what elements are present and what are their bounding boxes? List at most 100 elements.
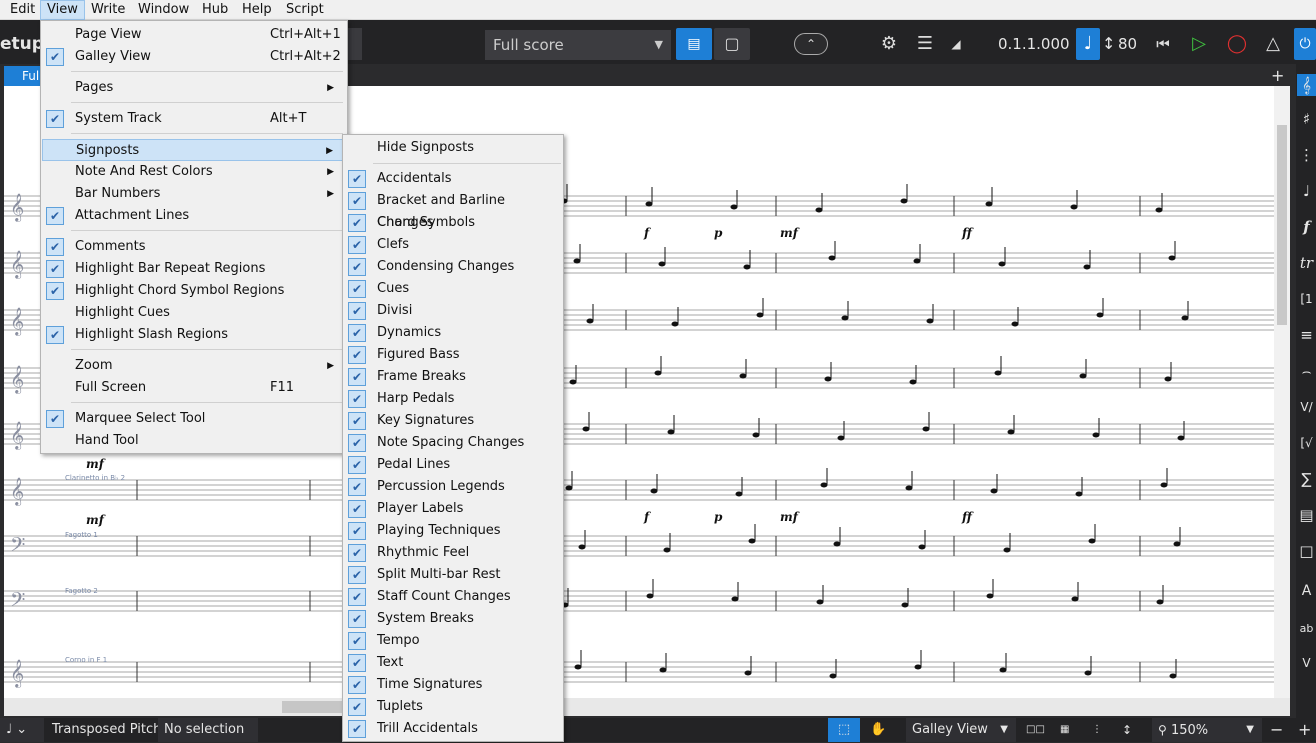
ornaments-icon[interactable]: tr <box>1297 252 1316 274</box>
time-signature-icon[interactable]: ⋮ <box>1297 144 1316 166</box>
mini-window-icon[interactable]: ◢ <box>944 28 968 60</box>
menu-window[interactable]: Window <box>132 0 195 20</box>
tempo-icon[interactable]: ♩ <box>1297 180 1316 202</box>
view-menu-item-system-track[interactable]: ✔ System Track Alt+T <box>42 108 346 130</box>
dynamics-icon[interactable]: f <box>1297 216 1316 238</box>
signpost-item-condensing-changes[interactable]: ✔ Condensing Changes <box>344 256 562 278</box>
signpost-item-bracket-and-barline-changes[interactable]: ✔ Bracket and Barline Changes <box>344 190 562 230</box>
signpost-item-figured-bass[interactable]: ✔ Figured Bass <box>344 344 562 366</box>
view-menu-item-note-and-rest-colors[interactable]: Note And Rest Colors ▶ <box>42 161 346 183</box>
menu-help[interactable]: Help <box>236 0 278 20</box>
menu-write[interactable]: Write <box>85 0 131 20</box>
signpost-item-percussion-legends[interactable]: ✔ Percussion Legends <box>344 476 562 498</box>
comment-icon[interactable]: □ <box>1297 540 1316 562</box>
view-menu-item-pages[interactable]: Pages ▶ <box>42 77 346 99</box>
power-icon[interactable]: ⏻ <box>1294 28 1316 60</box>
signpost-item-tempo[interactable]: ✔ Tempo <box>344 630 562 652</box>
key-signature-icon[interactable]: ♯ <box>1297 108 1316 130</box>
view-mode-select[interactable]: Galley View ▼ <box>906 718 1016 742</box>
quarter-note-icon[interactable]: ♩ <box>1076 28 1100 60</box>
mixer-icon[interactable]: ☰ <box>910 28 940 60</box>
marquee-select-icon[interactable]: ⬚ <box>828 718 860 742</box>
zoom-out-icon[interactable]: − <box>1264 718 1289 742</box>
play-icon[interactable]: ▷ <box>1186 28 1212 60</box>
score-layout-select[interactable]: Full score ▼ <box>485 30 671 60</box>
hand-tool-icon[interactable]: ✋ <box>864 718 890 742</box>
chord-symbols-icon[interactable]: V <box>1297 652 1316 674</box>
view-menu-item-highlight-bar-repeat-regions[interactable]: ✔ Highlight Bar Repeat Regions <box>42 258 346 280</box>
view-menu-item-zoom[interactable]: Zoom ▶ <box>42 355 346 377</box>
bracket-icon[interactable]: [√ <box>1297 432 1316 454</box>
signpost-item-cues[interactable]: ✔ Cues <box>344 278 562 300</box>
view-menu-item-highlight-cues[interactable]: Highlight Cues <box>42 302 346 324</box>
signpost-item-key-signatures[interactable]: ✔ Key Signatures <box>344 410 562 432</box>
menu-hub[interactable]: Hub <box>196 0 234 20</box>
view-menu-item-marquee-select-tool[interactable]: ✔ Marquee Select Tool <box>42 408 346 430</box>
horizontal-scroll-thumb[interactable] <box>282 701 342 713</box>
signpost-item-harp-pedals[interactable]: ✔ Harp Pedals <box>344 388 562 410</box>
metronome-icon[interactable]: △ <box>1260 28 1286 60</box>
fit-icon[interactable]: ↕ <box>1116 718 1138 742</box>
view-menu-item-comments[interactable]: ✔ Comments <box>42 236 346 258</box>
menu-script[interactable]: Script <box>280 0 330 20</box>
signpost-item-rhythmic-feel[interactable]: ✔ Rhythmic Feel <box>344 542 562 564</box>
signpost-item-text[interactable]: ✔ Text <box>344 652 562 674</box>
signpost-item-system-breaks[interactable]: ✔ System Breaks <box>344 608 562 630</box>
status-menu-icon[interactable]: ♩ ⌄ <box>0 718 44 742</box>
horizontal-scrollbar[interactable] <box>4 698 1290 716</box>
signpost-item-accidentals[interactable]: ✔ Accidentals <box>344 168 562 190</box>
view-menu-item-hand-tool[interactable]: Hand Tool <box>42 430 346 452</box>
view-menu-item-highlight-chord-symbol-regions[interactable]: ✔ Highlight Chord Symbol Regions <box>42 280 346 302</box>
slur-icon[interactable]: ⌢ <box>1297 360 1316 382</box>
menu-item-label: Chord Symbols <box>377 215 475 230</box>
clapper-icon[interactable]: ▤ <box>1297 504 1316 526</box>
signpost-item-tuplets[interactable]: ✔ Tuplets <box>344 696 562 718</box>
scroll-icon[interactable]: ⋮ <box>1086 718 1108 742</box>
spread-icon[interactable]: □□ <box>1020 718 1051 742</box>
signpost-item-frame-breaks[interactable]: ✔ Frame Breaks <box>344 366 562 388</box>
signpost-item-player-labels[interactable]: ✔ Player Labels <box>344 498 562 520</box>
view-menu-item-attachment-lines[interactable]: ✔ Attachment Lines <box>42 205 346 227</box>
vertical-scroll-thumb[interactable] <box>1277 125 1287 325</box>
mode-tab-setup[interactable]: etup <box>0 34 44 54</box>
signpost-item-playing-techniques[interactable]: ✔ Playing Techniques <box>344 520 562 542</box>
video-icon[interactable]: ⚙ <box>874 28 904 60</box>
page-view-icon[interactable]: ▢ <box>714 28 750 60</box>
repeat-icon[interactable]: [1 <box>1297 288 1316 310</box>
signpost-item-clefs[interactable]: ✔ Clefs <box>344 234 562 256</box>
add-tab-icon[interactable]: + <box>1271 66 1284 85</box>
view-menu-item-page-view[interactable]: Page View Ctrl+Alt+1 <box>42 24 346 46</box>
view-menu-item-galley-view[interactable]: ✔ Galley View Ctrl+Alt+2 <box>42 46 346 68</box>
signposts-hide-item[interactable]: Hide Signposts <box>344 137 562 159</box>
signpost-item-time-signatures[interactable]: ✔ Time Signatures <box>344 674 562 696</box>
tab-full-score[interactable]: Full <box>4 66 43 86</box>
signpost-item-dynamics[interactable]: ✔ Dynamics <box>344 322 562 344</box>
chevron-up-icon[interactable]: ⌃ <box>794 33 828 55</box>
view-menu-item-signposts[interactable]: Signposts ▶ <box>42 139 346 161</box>
view-menu-item-full-screen[interactable]: Full Screen F11 <box>42 377 346 399</box>
text-icon[interactable]: A <box>1297 580 1316 602</box>
zoom-select[interactable]: ⚲ 150% ▼ <box>1152 718 1262 742</box>
lines-icon[interactable]: ≡ <box>1297 324 1316 346</box>
lyrics-icon[interactable]: ab <box>1297 618 1316 640</box>
view-menu-item-highlight-slash-regions[interactable]: ✔ Highlight Slash Regions <box>42 324 346 346</box>
playing-technique-icon[interactable]: V/ <box>1297 396 1316 418</box>
signpost-item-staff-count-changes[interactable]: ✔ Staff Count Changes <box>344 586 562 608</box>
signpost-item-divisi[interactable]: ✔ Divisi <box>344 300 562 322</box>
transposed-pitch-toggle[interactable]: Transposed Pitch <box>46 718 167 742</box>
signpost-item-chord-symbols[interactable]: ✔ Chord Symbols <box>344 212 562 234</box>
zoom-in-icon[interactable]: + <box>1292 718 1316 742</box>
clef-icon[interactable]: 𝄞 <box>1297 74 1316 96</box>
menu-edit[interactable]: Edit <box>4 0 41 20</box>
page-arrangement-icon[interactable]: ▦ <box>1054 718 1075 742</box>
menu-view[interactable]: View <box>40 0 85 20</box>
harp-pedal-icon[interactable]: ∑ <box>1297 468 1316 490</box>
view-menu-item-bar-numbers[interactable]: Bar Numbers ▶ <box>42 183 346 205</box>
galley-view-icon[interactable]: ▤ <box>676 28 712 60</box>
signpost-item-trill-accidentals[interactable]: ✔ Trill Accidentals <box>344 718 562 740</box>
signpost-item-note-spacing-changes[interactable]: ✔ Note Spacing Changes <box>344 432 562 454</box>
record-icon[interactable]: ◯ <box>1224 28 1250 60</box>
signpost-item-split-multi-bar-rest[interactable]: ✔ Split Multi-bar Rest <box>344 564 562 586</box>
rewind-icon[interactable]: ⏮ <box>1150 28 1176 60</box>
signpost-item-pedal-lines[interactable]: ✔ Pedal Lines <box>344 454 562 476</box>
